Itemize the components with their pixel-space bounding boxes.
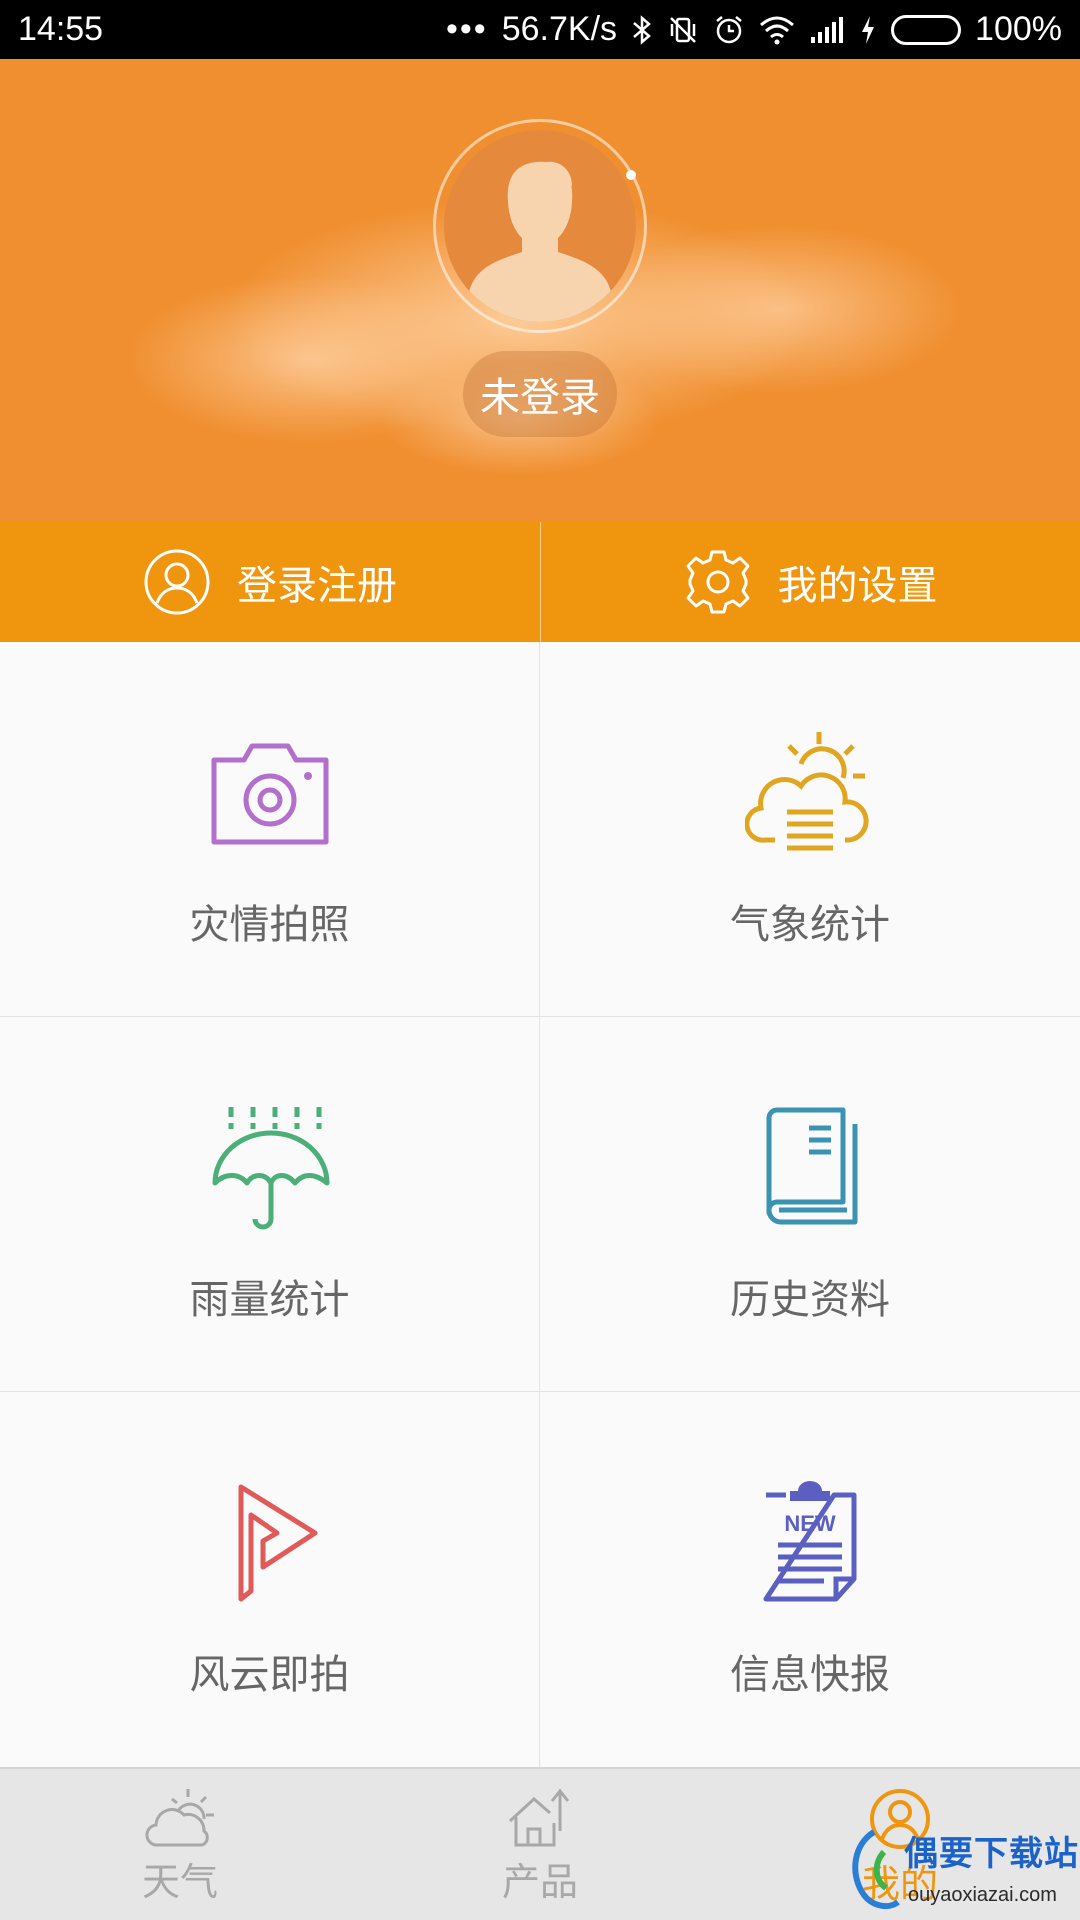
grid-item-label: 灾情拍照 bbox=[189, 902, 350, 948]
signal-icon bbox=[809, 15, 845, 45]
grid-item-weather-stats[interactable]: 气象统计 bbox=[540, 642, 1080, 1017]
feature-grid: 灾情拍照 气象统计 雨量统计 历史资料 风云即拍 NEW 信息快报 bbox=[0, 642, 1080, 1767]
svg-text:NEW: NEW bbox=[784, 1511, 836, 1536]
gear-icon bbox=[686, 550, 749, 614]
vibrate-off-icon bbox=[667, 14, 699, 46]
grid-item-label: 风云即拍 bbox=[189, 1652, 350, 1698]
login-register-button[interactable]: 登录注册 bbox=[0, 522, 540, 642]
my-settings-label: 我的设置 bbox=[777, 563, 938, 609]
grid-item-label: 信息快报 bbox=[730, 1652, 890, 1698]
house-icon bbox=[508, 1788, 570, 1847]
play-arrow-icon bbox=[205, 1478, 335, 1608]
grid-item-instant-shot[interactable]: 风云即拍 bbox=[0, 1392, 540, 1767]
grid-item-disaster-photo[interactable]: 灾情拍照 bbox=[0, 642, 540, 1017]
watermark-url: ouyaoxiazai.com bbox=[908, 1884, 1057, 1906]
tab-weather[interactable]: 天气 bbox=[0, 1769, 360, 1920]
nav-label: 产品 bbox=[501, 1860, 578, 1904]
login-status-button[interactable]: 未登录 bbox=[463, 351, 617, 437]
camera-icon bbox=[205, 728, 335, 858]
grid-item-history-data[interactable]: 历史资料 bbox=[540, 1017, 1080, 1392]
grid-item-news-flash[interactable]: NEW 信息快报 bbox=[540, 1392, 1080, 1767]
more-dots: ••• bbox=[446, 10, 488, 48]
grid-item-label: 气象统计 bbox=[730, 902, 890, 948]
watermark-logo: 偶要下载站 ouyaoxiazai.com bbox=[842, 1822, 1080, 1920]
my-settings-button[interactable]: 我的设置 bbox=[540, 522, 1080, 642]
status-bar: 14:55 ••• 56.7K/s 100% bbox=[0, 0, 1080, 59]
battery-icon bbox=[891, 14, 962, 45]
charging-icon bbox=[859, 14, 877, 46]
wifi-icon bbox=[759, 15, 795, 45]
network-speed: 56.7K/s bbox=[501, 10, 618, 48]
watermark-swirl-icon bbox=[852, 1829, 900, 1910]
status-time: 14:55 bbox=[18, 10, 104, 48]
status-right: ••• 56.7K/s 100% bbox=[446, 10, 1062, 49]
action-bar: 登录注册 我的设置 bbox=[0, 522, 1080, 642]
profile-header: 未登录 bbox=[0, 59, 1080, 522]
nav-label: 天气 bbox=[141, 1860, 218, 1904]
grid-item-label: 雨量统计 bbox=[189, 1277, 350, 1323]
watermark-title: 偶要下载站 bbox=[904, 1834, 1079, 1874]
book-icon bbox=[745, 1103, 875, 1233]
umbrella-rain-icon bbox=[205, 1103, 335, 1233]
sun-cloud-icon bbox=[745, 728, 875, 858]
battery-percent: 100% bbox=[975, 10, 1062, 48]
bluetooth-icon bbox=[631, 14, 653, 46]
login-register-label: 登录注册 bbox=[237, 563, 397, 609]
alarm-icon bbox=[713, 14, 745, 46]
weather-icon bbox=[145, 1789, 214, 1847]
person-silhouette-icon bbox=[466, 161, 614, 322]
user-circle-icon bbox=[144, 549, 210, 615]
avatar[interactable] bbox=[444, 130, 636, 322]
tab-products[interactable]: 产品 bbox=[360, 1769, 720, 1920]
news-clipboard-icon: NEW bbox=[745, 1478, 875, 1608]
grid-item-label: 历史资料 bbox=[730, 1277, 890, 1323]
grid-item-rainfall-stats[interactable]: 雨量统计 bbox=[0, 1017, 540, 1392]
